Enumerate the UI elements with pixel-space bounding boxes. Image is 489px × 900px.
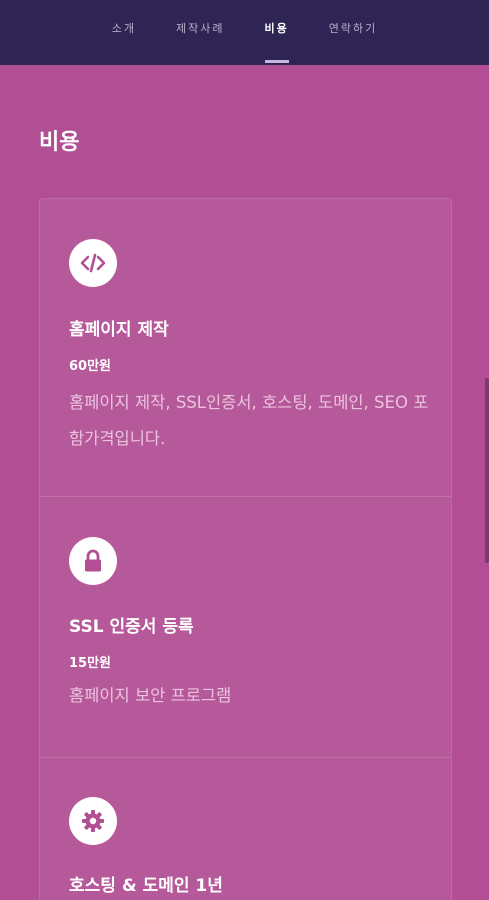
card-title: 홈페이지 제작 [69,320,169,340]
card-title: 호스팅 & 도메인 1년 [69,876,223,896]
tab-pricing[interactable]: 비용 [245,0,309,63]
page-scrollbar[interactable] [485,378,489,563]
card-description: 홈페이지 보안 프로그램 [69,686,232,705]
page-title: 비용 [39,130,80,155]
tab-intro[interactable]: 소개 [92,0,156,63]
lock-icon [69,537,117,585]
pricing-card-ssl: SSL 인증서 등록 15만원 홈페이지 보안 프로그램 [40,497,451,757]
tab-portfolio[interactable]: 제작사례 [156,0,244,63]
card-description: 홈페이지 제작, SSL인증서, 호스팅, 도메인, SEO 포함가격입니다. [69,393,429,448]
tab-contact[interactable]: 연락하기 [309,0,397,63]
card-price: 15만원 [69,656,112,671]
card-title: SSL 인증서 등록 [69,617,194,637]
pricing-panel: 홈페이지 제작 60만원 홈페이지 제작, SSL인증서, 호스팅, 도메인, … [39,198,452,900]
code-icon [69,239,117,287]
pricing-card-homepage: 홈페이지 제작 60만원 홈페이지 제작, SSL인증서, 호스팅, 도메인, … [40,199,451,496]
gear-icon [69,797,117,845]
top-navigation: 소개 제작사례 비용 연락하기 [0,0,489,65]
nav-tabs: 소개 제작사례 비용 연락하기 [92,0,397,63]
pricing-card-hosting: 호스팅 & 도메인 1년 [40,758,451,900]
card-price: 60만원 [69,359,112,374]
